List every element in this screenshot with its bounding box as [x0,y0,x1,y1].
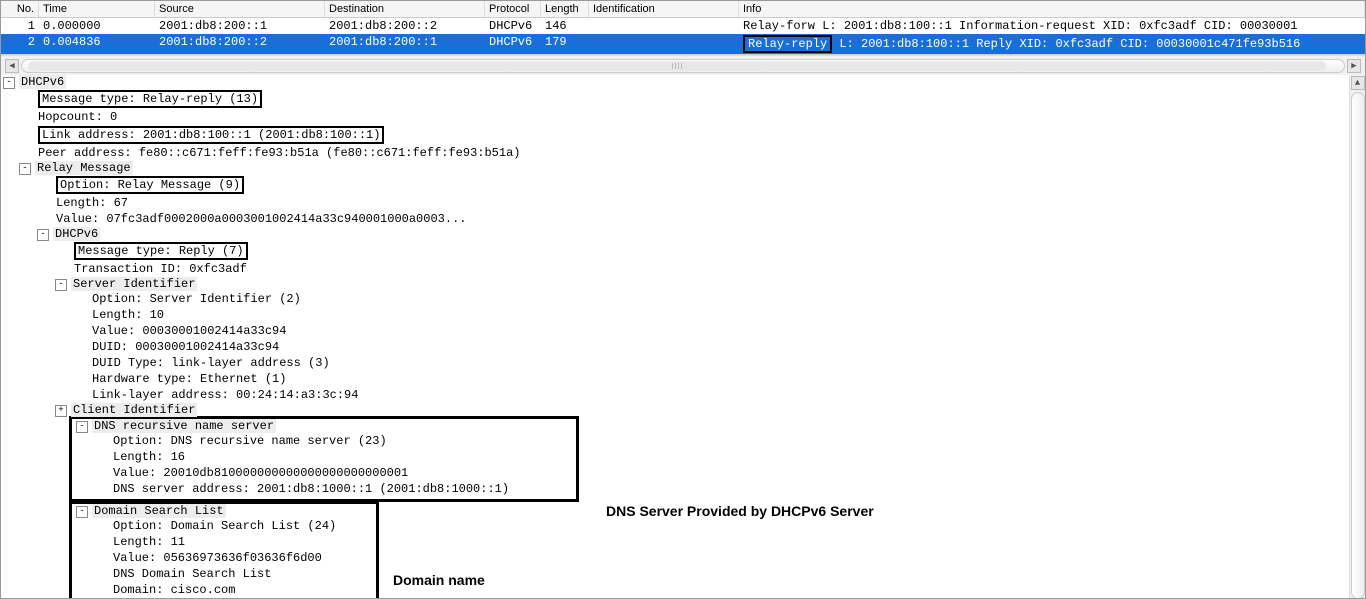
cell-protocol: DHCPv6 [485,34,541,54]
tree-toggle-icon[interactable]: - [76,506,88,518]
scroll-track[interactable] [21,59,1345,73]
tree-item[interactable]: Length: 10 [91,307,165,323]
highlight-box: Link address: 2001:db8:100::1 (2001:db8:… [38,126,384,144]
tree-item[interactable]: Length: 11 [112,534,186,550]
packet-row[interactable]: 1 0.000000 2001:db8:200::1 2001:db8:200:… [1,18,1365,34]
tree-toggle-icon[interactable]: - [3,77,15,89]
tree-item-option[interactable]: Option: Relay Message (9) [55,175,245,195]
cell-source: 2001:db8:200::1 [155,18,325,34]
tree-toggle-icon[interactable]: - [55,279,67,291]
tree-item[interactable]: DNS Domain Search List [112,566,272,582]
tree-item[interactable]: Option: DNS recursive name server (23) [112,433,388,449]
column-header-length[interactable]: Length [541,1,589,17]
tree-item[interactable]: DUID Type: link-layer address (3) [91,355,331,371]
tree-item[interactable]: Hardware type: Ethernet (1) [91,371,287,387]
packet-row[interactable]: 2 0.004836 2001:db8:200::2 2001:db8:200:… [1,34,1365,54]
tree-item-value[interactable]: Value: 07fc3adf0002000a0003001002414a33c… [55,211,467,227]
tree-item-client-identifier[interactable]: Client Identifier [71,403,197,417]
cell-time: 0.000000 [39,18,155,34]
column-header-time[interactable]: Time [39,1,155,17]
horizontal-scrollbar[interactable]: ◀ ▶ [1,55,1365,75]
scroll-left-icon[interactable]: ◀ [5,59,19,73]
wireshark-window: No. Time Source Destination Protocol Len… [0,0,1366,599]
scroll-track[interactable] [1351,92,1365,599]
tree-item-hopcount[interactable]: Hopcount: 0 [37,109,118,125]
annotation-domain-name: Domain name [393,572,485,588]
highlight-big-box-domain-search-list: - Domain Search List Option: Domain Sear… [69,501,379,599]
tree-item-link-address[interactable]: Link address: 2001:db8:100::1 (2001:db8:… [37,125,385,145]
cell-length: 146 [541,18,589,34]
column-header-protocol[interactable]: Protocol [485,1,541,17]
tree-item-dns-recursive[interactable]: DNS recursive name server [92,419,276,433]
scroll-right-icon[interactable]: ▶ [1347,59,1361,73]
tree-item-message-type[interactable]: Message type: Reply (7) [73,241,249,261]
tree-item[interactable]: Link-layer address: 00:24:14:a3:3c:94 [91,387,359,403]
tree-item[interactable]: Value: 05636973636f03636f6d00 [112,550,323,566]
tree-item[interactable]: Value: 20010db81000000000000000000000000… [112,465,409,481]
column-header-no[interactable]: No. [1,1,39,17]
highlight-big-box-dns: - DNS recursive name server Option: DNS … [69,416,579,502]
cell-time: 0.004836 [39,34,155,54]
tree-item[interactable]: DNS server address: 2001:db8:1000::1 (20… [112,481,510,497]
vertical-scrollbar[interactable]: ▲ ▼ [1349,75,1365,599]
highlight-box: Message type: Reply (7) [74,242,248,260]
info-text: L: 2001:db8:100::1 Reply XID: 0xfc3adf C… [839,37,1300,51]
column-header-info[interactable]: Info [739,1,1365,17]
info-highlight-box: Relay-reply [743,35,832,53]
column-header-identification[interactable]: Identification [589,1,739,17]
tree-toggle-icon[interactable]: - [76,421,88,433]
tree-item-transaction-id[interactable]: Transaction ID: 0xfc3adf [73,261,248,277]
cell-info: Relay-forw L: 2001:db8:100::1 Informatio… [739,18,1365,34]
cell-destination: 2001:db8:200::1 [325,34,485,54]
cell-no: 2 [1,34,39,54]
tree-item-domain-search-list[interactable]: Domain Search List [92,504,226,518]
tree-item-peer-address[interactable]: Peer address: fe80::c671:feff:fe93:b51a … [37,145,521,161]
tree-item[interactable]: Length: 16 [112,449,186,465]
tree-item-message-type[interactable]: Message type: Relay-reply (13) [37,89,263,109]
highlight-box: Option: Relay Message (9) [56,176,244,194]
column-header-destination[interactable]: Destination [325,1,485,17]
cell-source: 2001:db8:200::2 [155,34,325,54]
cell-info: Relay-reply L: 2001:db8:100::1 Reply XID… [739,34,1365,54]
tree-toggle-icon[interactable]: - [37,229,49,241]
packet-details-pane: - DHCPv6 Message type: Relay-reply (13) … [1,75,1365,599]
packet-list-header: No. Time Source Destination Protocol Len… [1,1,1365,18]
tree-item-dhcpv6[interactable]: DHCPv6 [19,75,66,89]
cell-no: 1 [1,18,39,34]
tree-item[interactable]: Value: 00030001002414a33c94 [91,323,287,339]
tree-item[interactable]: Option: Server Identifier (2) [91,291,302,307]
annotation-dns-server: DNS Server Provided by DHCPv6 Server [606,503,874,519]
tree-toggle-icon[interactable]: + [55,405,67,417]
scroll-thumb[interactable] [28,61,1326,71]
tree-item[interactable]: DUID: 00030001002414a33c94 [91,339,280,355]
highlight-box: Message type: Relay-reply (13) [38,90,262,108]
cell-identification [589,34,739,54]
packet-list: No. Time Source Destination Protocol Len… [1,1,1365,55]
cell-destination: 2001:db8:200::2 [325,18,485,34]
tree-item-relay-message[interactable]: Relay Message [35,161,133,175]
tree-item-dhcpv6-inner[interactable]: DHCPv6 [53,227,100,241]
tree-item-length[interactable]: Length: 67 [55,195,129,211]
column-header-source[interactable]: Source [155,1,325,17]
tree-item-server-identifier[interactable]: Server Identifier [71,277,197,291]
scroll-up-icon[interactable]: ▲ [1351,76,1365,90]
cell-length: 179 [541,34,589,54]
cell-identification [589,18,739,34]
tree-item[interactable]: Option: Domain Search List (24) [112,518,337,534]
tree-item[interactable]: Domain: cisco.com [112,582,236,598]
tree-toggle-icon[interactable]: - [19,163,31,175]
cell-protocol: DHCPv6 [485,18,541,34]
